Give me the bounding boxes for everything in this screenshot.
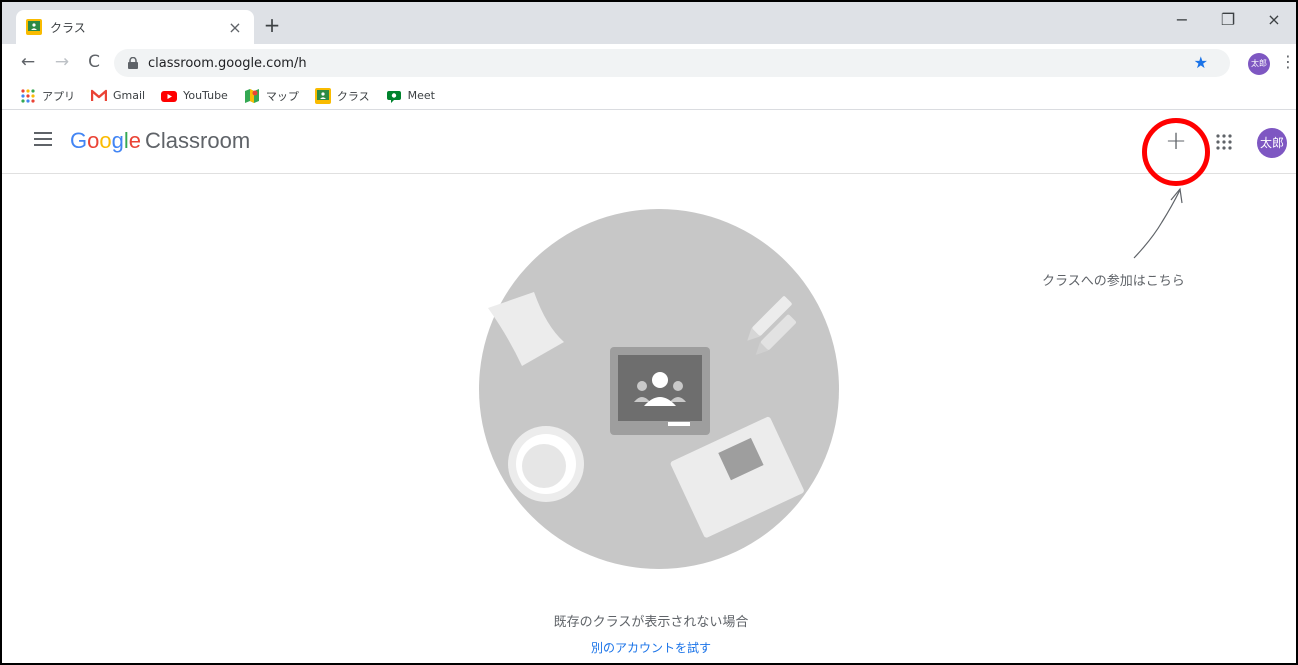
back-icon[interactable]: ← [16, 50, 40, 74]
tab-strip: クラス × + − ❐ × [2, 2, 1296, 44]
bookmarks-bar: アプリ Gmail YouTube マップ クラス Meet [2, 82, 1296, 110]
hamburger-menu-icon[interactable] [34, 132, 52, 146]
google-logo: Google [70, 128, 142, 153]
classroom-header: Google Classroom + 太郎 [2, 110, 1296, 174]
empty-state-message: 既存のクラスが表示されない場合 [553, 615, 749, 630]
annotation-text: クラスへの参加はこちら [1042, 274, 1185, 289]
bookmark-label: Meet [407, 89, 435, 102]
minimize-button[interactable]: − [1162, 10, 1202, 29]
close-window-button[interactable]: × [1254, 10, 1294, 29]
product-name: Classroom [145, 128, 251, 153]
bookmark-youtube[interactable]: YouTube [161, 88, 228, 104]
bookmark-classroom[interactable]: クラス [314, 87, 370, 104]
classroom-board-icon [610, 347, 710, 435]
account-avatar[interactable]: 太郎 [1257, 128, 1287, 158]
new-tab-button[interactable]: + [260, 15, 284, 35]
bookmark-label: Gmail [113, 89, 146, 102]
browser-window: クラス × + − ❐ × ← → C classroom.google.com… [0, 0, 1298, 665]
bookmark-label: アプリ [42, 89, 75, 103]
tab-title: クラス [50, 20, 86, 35]
bookmark-label: YouTube [183, 89, 228, 102]
bookmark-maps[interactable]: マップ [244, 88, 299, 104]
bookmark-gmail[interactable]: Gmail [91, 88, 145, 104]
bookmark-label: クラス [336, 89, 370, 103]
reload-icon[interactable]: C [82, 50, 106, 74]
browser-profile-avatar[interactable]: 太郎 [1248, 53, 1270, 75]
address-bar[interactable]: classroom.google.com/h ★ [114, 49, 1230, 77]
bookmark-meet[interactable]: Meet [386, 88, 435, 104]
maps-icon [244, 88, 259, 103]
browser-menu-icon[interactable]: ⋮ [1280, 52, 1296, 71]
bookmark-apps[interactable]: アプリ [20, 88, 75, 104]
annotation-arrow-icon [1133, 187, 1183, 259]
google-apps-icon[interactable] [1216, 134, 1232, 150]
bookmark-label: マップ [265, 89, 299, 103]
url-text: classroom.google.com/h [148, 55, 307, 71]
lock-icon [128, 57, 138, 69]
apps-icon [21, 88, 35, 103]
classroom-favicon-icon [26, 19, 42, 35]
coffee-cup-icon [508, 426, 584, 502]
forward-icon[interactable]: → [50, 50, 74, 74]
app-brand[interactable]: Google Classroom [70, 128, 250, 154]
browser-tab[interactable]: クラス × [16, 10, 254, 44]
meet-icon [386, 90, 401, 103]
restore-button[interactable]: ❐ [1208, 10, 1248, 29]
switch-account-link[interactable]: 別のアカウントを試す [2, 639, 1296, 656]
browser-toolbar: ← → C classroom.google.com/h ★ [2, 44, 1296, 82]
bookmark-star-icon[interactable]: ★ [1194, 53, 1208, 72]
tab-close-icon[interactable]: × [226, 18, 244, 37]
highlight-circle [1142, 118, 1210, 186]
youtube-icon [161, 90, 178, 102]
classroom-icon [314, 87, 331, 104]
empty-state-illustration [479, 209, 839, 569]
gmail-icon [91, 89, 107, 101]
